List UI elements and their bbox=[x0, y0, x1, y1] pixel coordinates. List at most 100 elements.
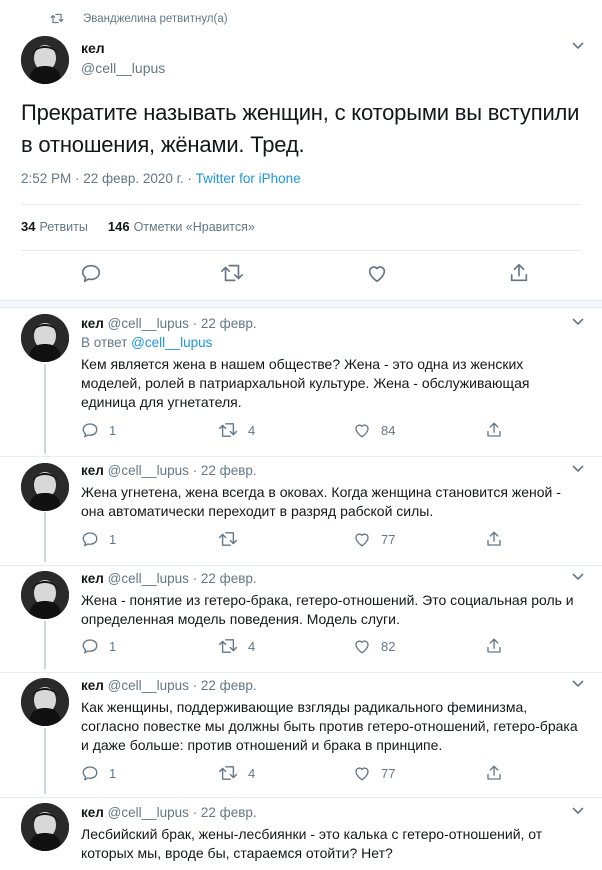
share-action[interactable] bbox=[485, 421, 503, 439]
author-name[interactable]: кел bbox=[81, 678, 104, 693]
avatar[interactable] bbox=[21, 571, 69, 619]
author-handle[interactable]: @cell__lupus · 22 февр. bbox=[108, 571, 257, 586]
chevron-down-icon[interactable] bbox=[572, 680, 584, 688]
share-icon bbox=[485, 764, 503, 782]
like-count: 77 bbox=[381, 531, 396, 547]
tweet-actions bbox=[0, 262, 602, 290]
author-handle[interactable]: @cell__lupus bbox=[81, 60, 165, 76]
in-reply-handle-link[interactable]: @cell__lupus bbox=[131, 335, 212, 350]
retweet-action[interactable]: 4 bbox=[218, 637, 255, 655]
reply-actions: 1 4 82 bbox=[81, 637, 501, 657]
like-action[interactable]: 84 bbox=[353, 421, 395, 439]
retweet-icon bbox=[218, 637, 238, 655]
reply-icon[interactable] bbox=[80, 262, 102, 284]
avatar[interactable] bbox=[21, 803, 69, 851]
author-name[interactable]: кел bbox=[81, 805, 104, 820]
share-action[interactable] bbox=[485, 637, 503, 655]
retweet-banner-text: Эванджелина ретвитнул(а) bbox=[83, 13, 228, 25]
reply-header: кел @cell__lupus · 22 февр. bbox=[81, 316, 257, 331]
divider bbox=[21, 204, 581, 205]
reply-header: кел @cell__lupus · 22 февр. bbox=[81, 463, 257, 478]
avatar[interactable] bbox=[21, 678, 69, 726]
reply-icon bbox=[81, 530, 99, 548]
retweet-icon[interactable] bbox=[220, 262, 244, 284]
reply-tweet[interactable]: кел @cell__lupus · 22 февр. Жена - понят… bbox=[0, 566, 602, 672]
reply-count: 1 bbox=[109, 531, 117, 547]
chevron-down-icon[interactable] bbox=[572, 42, 584, 50]
reply-count: 1 bbox=[109, 765, 117, 781]
reply-icon bbox=[81, 421, 99, 439]
reply-actions: 1 4 77 bbox=[81, 764, 501, 784]
reply-action[interactable]: 1 bbox=[81, 530, 116, 548]
reply-actions: 1 4 84 bbox=[81, 421, 501, 441]
chevron-down-icon[interactable] bbox=[572, 465, 584, 473]
share-icon bbox=[485, 530, 503, 548]
chevron-down-icon[interactable] bbox=[572, 318, 584, 326]
like-count: 77 bbox=[381, 765, 396, 781]
tweet-source-link[interactable]: Twitter for iPhone bbox=[196, 171, 301, 186]
like-icon bbox=[353, 637, 371, 655]
like-action[interactable]: 82 bbox=[353, 637, 395, 655]
reply-count: 1 bbox=[109, 422, 117, 438]
reply-text: Жена угнетена, жена всегда в оковах. Ког… bbox=[81, 484, 561, 519]
reply-text: Жена - понятие из гетеро-брака, гетеро-о… bbox=[81, 592, 574, 627]
retweet-icon bbox=[218, 421, 238, 439]
chevron-down-icon[interactable] bbox=[572, 573, 584, 581]
like-icon[interactable] bbox=[366, 262, 388, 284]
reply-header: кел @cell__lupus · 22 февр. bbox=[81, 571, 257, 586]
like-count: 84 bbox=[381, 422, 396, 438]
tweet-meta: 2:52 PM · 22 февр. 2020 г. · Twitter for… bbox=[21, 171, 301, 186]
like-icon bbox=[353, 764, 371, 782]
retweet-count: 4 bbox=[248, 638, 256, 654]
section-separator bbox=[0, 300, 602, 308]
reply-action[interactable]: 1 bbox=[81, 637, 116, 655]
author-handle[interactable]: @cell__lupus · 22 февр. bbox=[108, 316, 257, 331]
in-reply-to: В ответ @cell__lupus bbox=[81, 335, 213, 350]
share-icon bbox=[485, 421, 503, 439]
author-name[interactable]: кел bbox=[81, 463, 104, 478]
reply-tweet[interactable]: кел @cell__lupus · 22 февр. Как женщины,… bbox=[0, 673, 602, 797]
tweet-stats: 34 Ретвиты 146 Отметки «Нравится» bbox=[21, 219, 255, 234]
retweet-action[interactable]: 4 bbox=[218, 764, 255, 782]
author-handle[interactable]: @cell__lupus · 22 февр. bbox=[108, 463, 257, 478]
reply-header: кел @cell__lupus · 22 февр. bbox=[81, 805, 257, 820]
like-action[interactable]: 77 bbox=[353, 764, 395, 782]
retweet-action[interactable] bbox=[218, 530, 248, 548]
retweets-stat[interactable]: 34 Ретвиты bbox=[21, 219, 88, 234]
author-name[interactable]: кел bbox=[81, 40, 105, 56]
avatar[interactable] bbox=[21, 463, 69, 511]
reply-header: кел @cell__lupus · 22 февр. bbox=[81, 678, 257, 693]
author-name[interactable]: кел bbox=[81, 571, 104, 586]
reply-action[interactable]: 1 bbox=[81, 421, 116, 439]
reply-tweet[interactable]: кел @cell__lupus · 22 февр. Лесбийский б… bbox=[0, 798, 602, 870]
reply-count: 1 bbox=[109, 638, 117, 654]
reply-text: Как женщины, поддерживающие взгляды ради… bbox=[81, 699, 578, 753]
share-icon bbox=[485, 637, 503, 655]
author-handle[interactable]: @cell__lupus · 22 февр. bbox=[108, 678, 257, 693]
likes-stat[interactable]: 146 Отметки «Нравится» bbox=[108, 219, 255, 234]
avatar[interactable] bbox=[21, 36, 69, 84]
tweet-timestamp[interactable]: 2:52 PM · 22 февр. 2020 г. · bbox=[21, 171, 196, 186]
retweet-banner: Эванджелина ретвитнул(а) bbox=[50, 11, 228, 27]
like-icon bbox=[353, 530, 371, 548]
reply-text: Кем является жена в нашем обществе? Жена… bbox=[81, 356, 530, 410]
like-action[interactable]: 77 bbox=[353, 530, 395, 548]
retweet-action[interactable]: 4 bbox=[218, 421, 255, 439]
reply-action[interactable]: 1 bbox=[81, 764, 116, 782]
share-icon[interactable] bbox=[508, 262, 530, 284]
avatar[interactable] bbox=[21, 314, 69, 362]
retweet-count: 4 bbox=[248, 422, 256, 438]
author-handle[interactable]: @cell__lupus · 22 февр. bbox=[108, 805, 257, 820]
reply-tweet[interactable]: кел @cell__lupus · 22 февр. В ответ @cel… bbox=[0, 308, 602, 456]
retweet-icon bbox=[218, 530, 238, 548]
divider bbox=[21, 250, 581, 251]
reply-icon bbox=[81, 764, 99, 782]
reply-text: Лесбийский брак, жены-лесбиянки - это ка… bbox=[81, 826, 543, 861]
share-action[interactable] bbox=[485, 530, 503, 548]
chevron-down-icon[interactable] bbox=[572, 807, 584, 815]
like-count: 82 bbox=[381, 638, 396, 654]
author-name[interactable]: кел bbox=[81, 316, 104, 331]
reply-tweet[interactable]: кел @cell__lupus · 22 февр. Жена угнетен… bbox=[0, 457, 602, 565]
share-action[interactable] bbox=[485, 764, 503, 782]
reply-actions: 1 77 bbox=[81, 530, 501, 550]
